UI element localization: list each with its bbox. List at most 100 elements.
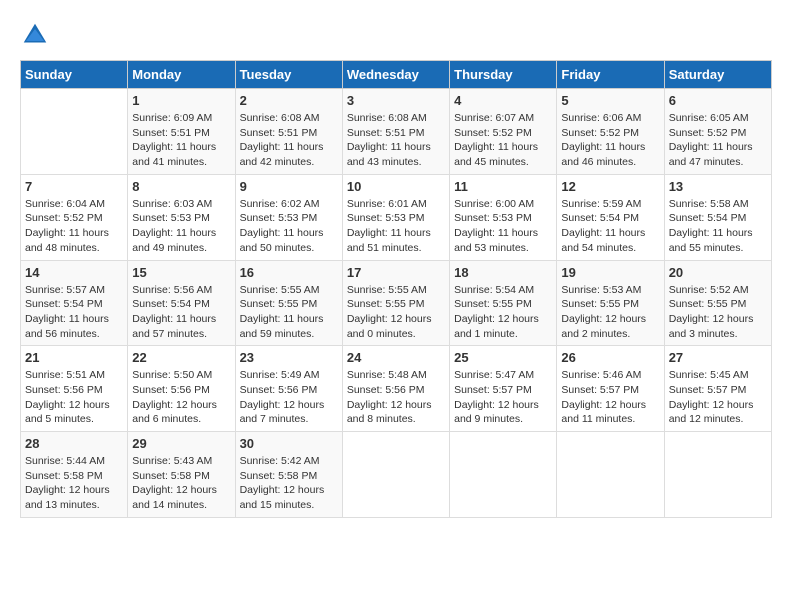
calendar-cell: 24 Sunrise: 5:48 AM Sunset: 5:56 PM Dayl… xyxy=(342,346,449,432)
daylight-text: Daylight: 12 hours and 1 minute. xyxy=(454,312,552,341)
day-number: 25 xyxy=(454,350,552,365)
page-header xyxy=(20,20,772,50)
sunrise-text: Sunrise: 6:09 AM xyxy=(132,111,230,126)
daylight-text: Daylight: 12 hours and 11 minutes. xyxy=(561,398,659,427)
day-number: 13 xyxy=(669,179,767,194)
day-number: 19 xyxy=(561,265,659,280)
sunrise-text: Sunrise: 5:55 AM xyxy=(240,283,338,298)
calendar-cell: 16 Sunrise: 5:55 AM Sunset: 5:55 PM Dayl… xyxy=(235,260,342,346)
logo xyxy=(20,20,54,50)
day-number: 7 xyxy=(25,179,123,194)
sunrise-text: Sunrise: 6:08 AM xyxy=(240,111,338,126)
day-number: 20 xyxy=(669,265,767,280)
day-number: 2 xyxy=(240,93,338,108)
sunrise-text: Sunrise: 5:50 AM xyxy=(132,368,230,383)
sunset-text: Sunset: 5:56 PM xyxy=(25,383,123,398)
cell-info: Sunrise: 5:56 AM Sunset: 5:54 PM Dayligh… xyxy=(132,283,230,342)
sunset-text: Sunset: 5:56 PM xyxy=(132,383,230,398)
sunrise-text: Sunrise: 5:54 AM xyxy=(454,283,552,298)
daylight-text: Daylight: 12 hours and 14 minutes. xyxy=(132,483,230,512)
calendar-cell: 2 Sunrise: 6:08 AM Sunset: 5:51 PM Dayli… xyxy=(235,89,342,175)
sunset-text: Sunset: 5:52 PM xyxy=(669,126,767,141)
sunrise-text: Sunrise: 6:07 AM xyxy=(454,111,552,126)
calendar-week-row: 1 Sunrise: 6:09 AM Sunset: 5:51 PM Dayli… xyxy=(21,89,772,175)
sunset-text: Sunset: 5:57 PM xyxy=(561,383,659,398)
calendar-cell: 6 Sunrise: 6:05 AM Sunset: 5:52 PM Dayli… xyxy=(664,89,771,175)
day-number: 5 xyxy=(561,93,659,108)
sunset-text: Sunset: 5:52 PM xyxy=(25,211,123,226)
sunset-text: Sunset: 5:58 PM xyxy=(240,469,338,484)
calendar-cell: 14 Sunrise: 5:57 AM Sunset: 5:54 PM Dayl… xyxy=(21,260,128,346)
day-number: 1 xyxy=(132,93,230,108)
day-number: 27 xyxy=(669,350,767,365)
daylight-text: Daylight: 12 hours and 7 minutes. xyxy=(240,398,338,427)
cell-info: Sunrise: 5:43 AM Sunset: 5:58 PM Dayligh… xyxy=(132,454,230,513)
weekday-header: Thursday xyxy=(450,61,557,89)
daylight-text: Daylight: 11 hours and 43 minutes. xyxy=(347,140,445,169)
daylight-text: Daylight: 11 hours and 56 minutes. xyxy=(25,312,123,341)
sunrise-text: Sunrise: 6:00 AM xyxy=(454,197,552,212)
cell-info: Sunrise: 6:01 AM Sunset: 5:53 PM Dayligh… xyxy=(347,197,445,256)
cell-info: Sunrise: 5:54 AM Sunset: 5:55 PM Dayligh… xyxy=(454,283,552,342)
daylight-text: Daylight: 12 hours and 3 minutes. xyxy=(669,312,767,341)
cell-info: Sunrise: 6:09 AM Sunset: 5:51 PM Dayligh… xyxy=(132,111,230,170)
calendar-cell: 23 Sunrise: 5:49 AM Sunset: 5:56 PM Dayl… xyxy=(235,346,342,432)
calendar-cell: 25 Sunrise: 5:47 AM Sunset: 5:57 PM Dayl… xyxy=(450,346,557,432)
day-number: 4 xyxy=(454,93,552,108)
sunset-text: Sunset: 5:58 PM xyxy=(132,469,230,484)
daylight-text: Daylight: 12 hours and 8 minutes. xyxy=(347,398,445,427)
calendar-cell: 29 Sunrise: 5:43 AM Sunset: 5:58 PM Dayl… xyxy=(128,432,235,518)
weekday-header: Saturday xyxy=(664,61,771,89)
cell-info: Sunrise: 6:00 AM Sunset: 5:53 PM Dayligh… xyxy=(454,197,552,256)
sunset-text: Sunset: 5:53 PM xyxy=(347,211,445,226)
cell-info: Sunrise: 5:46 AM Sunset: 5:57 PM Dayligh… xyxy=(561,368,659,427)
cell-info: Sunrise: 6:04 AM Sunset: 5:52 PM Dayligh… xyxy=(25,197,123,256)
sunset-text: Sunset: 5:54 PM xyxy=(669,211,767,226)
calendar-cell: 21 Sunrise: 5:51 AM Sunset: 5:56 PM Dayl… xyxy=(21,346,128,432)
sunrise-text: Sunrise: 6:03 AM xyxy=(132,197,230,212)
day-number: 30 xyxy=(240,436,338,451)
sunrise-text: Sunrise: 5:49 AM xyxy=(240,368,338,383)
day-number: 29 xyxy=(132,436,230,451)
day-number: 10 xyxy=(347,179,445,194)
sunset-text: Sunset: 5:54 PM xyxy=(132,297,230,312)
sunrise-text: Sunrise: 5:52 AM xyxy=(669,283,767,298)
day-number: 12 xyxy=(561,179,659,194)
sunrise-text: Sunrise: 5:56 AM xyxy=(132,283,230,298)
daylight-text: Daylight: 11 hours and 59 minutes. xyxy=(240,312,338,341)
daylight-text: Daylight: 12 hours and 0 minutes. xyxy=(347,312,445,341)
daylight-text: Daylight: 11 hours and 47 minutes. xyxy=(669,140,767,169)
calendar-cell: 9 Sunrise: 6:02 AM Sunset: 5:53 PM Dayli… xyxy=(235,174,342,260)
daylight-text: Daylight: 12 hours and 9 minutes. xyxy=(454,398,552,427)
cell-info: Sunrise: 5:58 AM Sunset: 5:54 PM Dayligh… xyxy=(669,197,767,256)
cell-info: Sunrise: 5:53 AM Sunset: 5:55 PM Dayligh… xyxy=(561,283,659,342)
daylight-text: Daylight: 11 hours and 55 minutes. xyxy=(669,226,767,255)
weekday-header: Sunday xyxy=(21,61,128,89)
daylight-text: Daylight: 11 hours and 50 minutes. xyxy=(240,226,338,255)
logo-icon xyxy=(20,20,50,50)
day-number: 6 xyxy=(669,93,767,108)
calendar-cell: 22 Sunrise: 5:50 AM Sunset: 5:56 PM Dayl… xyxy=(128,346,235,432)
day-number: 18 xyxy=(454,265,552,280)
day-number: 16 xyxy=(240,265,338,280)
calendar-cell xyxy=(21,89,128,175)
sunset-text: Sunset: 5:57 PM xyxy=(669,383,767,398)
cell-info: Sunrise: 5:42 AM Sunset: 5:58 PM Dayligh… xyxy=(240,454,338,513)
calendar-cell: 20 Sunrise: 5:52 AM Sunset: 5:55 PM Dayl… xyxy=(664,260,771,346)
daylight-text: Daylight: 12 hours and 12 minutes. xyxy=(669,398,767,427)
calendar-cell: 28 Sunrise: 5:44 AM Sunset: 5:58 PM Dayl… xyxy=(21,432,128,518)
daylight-text: Daylight: 11 hours and 45 minutes. xyxy=(454,140,552,169)
weekday-header: Friday xyxy=(557,61,664,89)
daylight-text: Daylight: 11 hours and 57 minutes. xyxy=(132,312,230,341)
sunset-text: Sunset: 5:51 PM xyxy=(132,126,230,141)
cell-info: Sunrise: 5:49 AM Sunset: 5:56 PM Dayligh… xyxy=(240,368,338,427)
sunset-text: Sunset: 5:53 PM xyxy=(240,211,338,226)
cell-info: Sunrise: 5:48 AM Sunset: 5:56 PM Dayligh… xyxy=(347,368,445,427)
day-number: 11 xyxy=(454,179,552,194)
sunset-text: Sunset: 5:55 PM xyxy=(240,297,338,312)
calendar-cell xyxy=(450,432,557,518)
calendar-cell: 27 Sunrise: 5:45 AM Sunset: 5:57 PM Dayl… xyxy=(664,346,771,432)
calendar-cell: 1 Sunrise: 6:09 AM Sunset: 5:51 PM Dayli… xyxy=(128,89,235,175)
sunrise-text: Sunrise: 5:45 AM xyxy=(669,368,767,383)
day-number: 15 xyxy=(132,265,230,280)
